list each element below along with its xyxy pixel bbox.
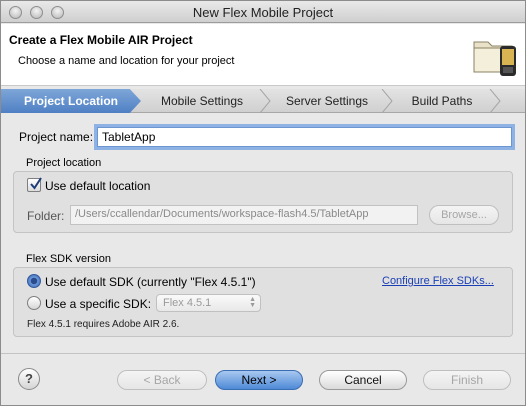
use-default-sdk-radio[interactable] [27,274,41,288]
project-name-input[interactable]: TabletApp [97,127,512,147]
use-specific-sdk-label: Use a specific SDK: [45,297,152,311]
configure-flex-sdks-link[interactable]: Configure Flex SDKs... [382,275,494,287]
wizard-steps: Project Location Mobile Settings Server … [1,89,525,113]
help-button[interactable]: ? [18,368,40,390]
wizard-page-description: Choose a name and location for your proj… [18,55,235,67]
use-specific-sdk-radio[interactable] [27,296,41,310]
back-button[interactable]: < Back [117,370,207,390]
browse-button[interactable]: Browse... [429,205,499,225]
footer-divider [1,353,525,354]
use-default-location-checkbox[interactable] [27,177,42,192]
cancel-button[interactable]: Cancel [319,370,407,390]
specific-sdk-select[interactable]: Flex 4.5.1 ▲ ▼ [156,294,261,312]
folder-path-input[interactable]: /Users/ccallendar/Documents/workspace-fl… [70,205,418,225]
specific-sdk-value: Flex 4.5.1 [163,297,212,309]
tab-project-location[interactable]: Project Location [1,89,141,113]
use-default-sdk-label: Use default SDK (currently "Flex 4.5.1") [45,275,256,289]
wizard-header: Create a Flex Mobile AIR Project Choose … [1,24,525,86]
wizard-page-title: Create a Flex Mobile AIR Project [9,33,193,47]
folder-device-icon [473,41,516,76]
tab-server-settings[interactable]: Server Settings [271,89,383,113]
step-separator-icon [381,89,393,113]
folder-label: Folder: [27,209,65,223]
project-name-label: Project name: [19,130,94,144]
title-bar: New Flex Mobile Project [1,1,525,23]
finish-button[interactable]: Finish [423,370,511,390]
project-location-heading: Project location [26,157,102,169]
use-default-location-label: Use default location [45,179,151,193]
next-button[interactable]: Next > [215,370,303,390]
new-flex-mobile-project-dialog: New Flex Mobile Project Create a Flex Mo… [0,0,526,406]
tab-mobile-settings[interactable]: Mobile Settings [143,89,261,113]
step-separator-icon [489,89,501,113]
step-separator-icon [259,89,271,113]
checkmark-icon [30,177,42,190]
window-title: New Flex Mobile Project [192,5,334,20]
sdk-version-heading: Flex SDK version [26,253,111,265]
sdk-requirement-note: Flex 4.5.1 requires Adobe AIR 2.6. [27,319,180,330]
select-arrows-icon: ▲ ▼ [249,296,256,309]
tab-build-paths[interactable]: Build Paths [393,89,491,113]
